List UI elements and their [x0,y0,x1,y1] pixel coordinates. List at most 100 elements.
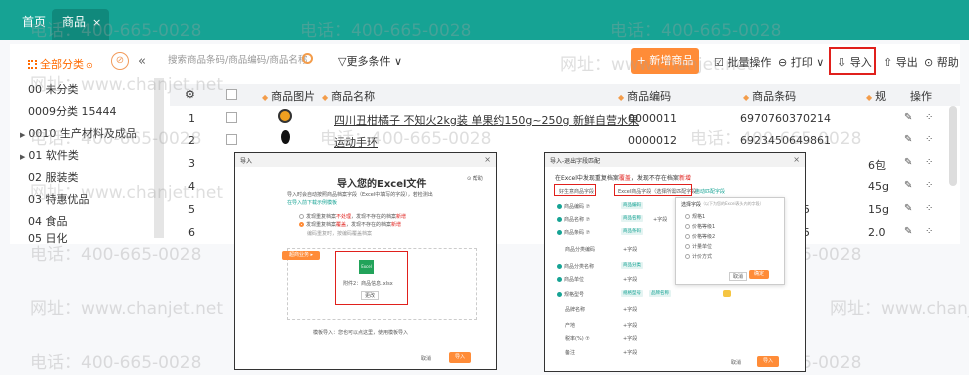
collapse-icon[interactable]: « [138,54,146,69]
add-field-button[interactable]: +字段 [653,216,667,223]
export-button[interactable]: ⇧ 导出 [883,54,918,70]
popover-option[interactable]: 规格1 [685,213,705,220]
add-field-button[interactable]: +字段 [623,306,637,313]
watermark-phone: 电话：400-665-0028 [30,21,202,41]
dialog-heading: 在Excel中发现重复档案覆盖，发现不存在档案新增 [555,173,691,182]
watermark-phone: 电话：400-665-0028 [30,129,202,149]
more-icon[interactable]: ⁘ [925,112,933,123]
radio-icon [299,214,304,219]
popover-option[interactable]: 计量单位 [685,243,712,250]
template-import-link[interactable]: 模板导入：您也可以点这里，使用模板导入 [313,329,408,336]
more-icon[interactable]: ⁘ [925,134,933,145]
add-field-button[interactable]: +字段 [623,276,637,283]
change-file-button[interactable]: 更改 [361,291,380,300]
radio-icon [685,234,690,239]
edit-icon[interactable]: ✎ [904,134,912,145]
import-confirm-button[interactable]: 导入 [449,352,471,363]
sort-icon: ◆ [743,93,750,102]
field-chip[interactable]: 商品名称 [621,215,643,222]
more-filters-button[interactable]: ▽更多条件 ∨ [338,53,402,69]
edit-category-icon[interactable]: ⊘ [111,52,129,70]
option-text: 不处理 [336,214,352,220]
field-chip[interactable]: 规格型号 [621,290,643,297]
import-highlight-box [829,47,876,75]
edit-icon[interactable]: ✎ [904,180,912,191]
popover-ok-button[interactable]: 确定 [749,270,769,279]
option-skip-duplicates[interactable]: 发现重复档案不处理，发现不存在的档案新增 [299,213,406,220]
import-confirm-button[interactable]: 导入 [757,356,779,367]
table-scrollbar[interactable] [949,106,957,186]
add-field-button[interactable]: +字段 [623,349,637,356]
column-name[interactable]: ◆ 商品名称 [322,88,375,104]
more-icon[interactable]: ⁘ [925,180,933,191]
field-row: 商品分类名称 [557,263,594,270]
edit-icon[interactable]: ✎ [904,157,912,168]
option-text: ，发现不存在的档案 [351,214,397,220]
cancel-button[interactable]: 取消 [731,359,741,366]
row-number: 6 [188,226,195,239]
help-link[interactable]: ⊙ 帮助 [467,175,483,182]
watermark-phone: 电话：400-665-0028 [690,129,862,149]
option-text: 发现重复档案 [306,222,337,228]
field-chip[interactable]: 商品分类 [621,262,643,269]
category-item[interactable]: 04 食品 [28,213,68,229]
more-icon[interactable]: ⁘ [925,226,933,237]
product-spec: 6包 [868,159,886,172]
expand-icon[interactable]: ▶ [20,131,25,139]
popover-cancel-button[interactable]: 取消 [729,272,748,281]
field-row: 商品条码 ⑦ [557,229,590,236]
add-field-button[interactable]: +字段 [623,322,637,329]
download-template-link[interactable]: 在导入前下载示例模板 [287,199,337,206]
column-spec[interactable]: ◆ 规 [866,88,886,104]
field-row: 备注 [565,350,576,356]
row-checkbox[interactable] [226,112,237,123]
popover-option[interactable]: 价格等级2 [685,233,715,240]
dialog-heading: 导入您的Excel文件 [337,179,427,190]
expand-icon[interactable]: ▶ [20,153,25,161]
product-thumbnail[interactable] [281,130,290,144]
left-column-highlight [554,184,596,196]
popover-option[interactable]: 计价方式 [685,253,712,260]
popover-option[interactable]: 价格等级1 [685,223,715,230]
select-all-checkbox[interactable] [226,89,237,100]
category-item[interactable]: 0009分类 15444 [28,103,116,119]
option-overwrite-duplicates[interactable]: 发现重复档案覆盖，发现不存在的档案新增 [299,221,401,228]
product-thumbnail[interactable] [278,109,292,123]
heading-text: ，发现不存在档案 [630,175,679,182]
field-row: 品牌名称 [565,307,586,313]
field-label: 商品名称 ⑦ [564,217,591,223]
product-spec: 2.0 [868,226,886,239]
edit-icon[interactable]: ✎ [904,112,912,123]
option-text: 新增 [396,214,407,220]
cancel-button[interactable]: 取消 [421,355,431,362]
auto-match-link[interactable]: 自动匹配字段 [695,188,725,195]
field-chip[interactable]: 商品编码 [621,202,643,209]
edit-icon[interactable]: ✎ [904,203,912,214]
add-field-button[interactable]: +字段 [623,335,637,342]
field-chip[interactable]: 商品条码 [621,228,643,235]
close-icon[interactable]: × [484,155,491,164]
sample-ribbon: 超商业务 ▸ [282,251,320,260]
print-button[interactable]: ⊖ 打印 ∨ [778,54,824,70]
sidebar-scrollbar[interactable] [154,78,164,238]
status-badge [723,290,731,297]
product-code: 0000012 [628,134,677,147]
close-icon[interactable]: × [793,155,800,164]
search-icon[interactable] [302,53,313,64]
category-item[interactable]: ▶ 01 软件类 [20,147,79,163]
dialog-title: 导入-退出字段匹配 [545,153,805,167]
field-chip[interactable]: 品牌名称 [649,290,671,297]
sort-icon: ◆ [322,93,329,102]
more-icon[interactable]: ⁘ [925,203,933,214]
required-dot-icon [557,230,562,235]
add-field-button[interactable]: +字段 [623,246,637,253]
column-code[interactable]: ◆ 商品编码 [618,88,671,104]
column-barcode[interactable]: ◆ 商品条码 [743,88,796,104]
watermark-phone: 电话：400-665-0028 [610,21,782,41]
column-image[interactable]: ◆ 商品图片 [262,88,315,104]
search-input[interactable]: 搜索商品条码/商品编码/商品名称 [168,52,318,72]
row-checkbox[interactable] [226,134,237,145]
help-button[interactable]: ⊙ 帮助 [924,54,959,70]
more-icon[interactable]: ⁘ [925,157,933,168]
edit-icon[interactable]: ✎ [904,226,912,237]
